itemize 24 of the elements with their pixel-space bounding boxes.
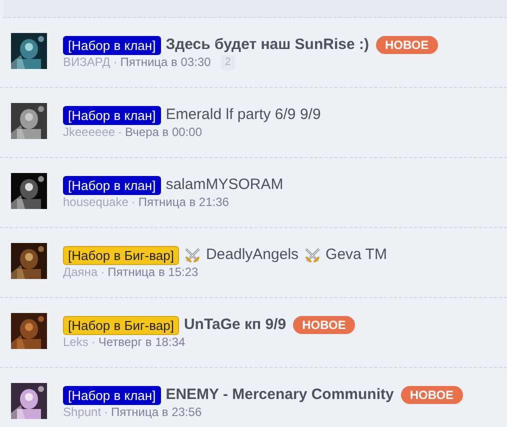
- topic-title[interactable]: DeadlyAngels: [206, 245, 299, 265]
- prefix-label[interactable]: [Набор в Биг-вар]: [63, 246, 179, 264]
- meta-separator: ·: [112, 55, 118, 70]
- prefix-label[interactable]: [Набор в Биг-вар]: [63, 316, 179, 334]
- meta-separator: ·: [100, 265, 106, 280]
- prefix-label[interactable]: [Набор в клан]: [63, 106, 161, 124]
- prefix-label[interactable]: [Набор в клан]: [63, 386, 161, 404]
- meta-separator: ·: [130, 195, 136, 210]
- prefix-label[interactable]: [Набор в клан]: [63, 36, 161, 54]
- meta-separator: ·: [117, 125, 124, 140]
- topic-title[interactable]: ENEMY - Mercenary Community: [166, 385, 394, 405]
- prefix-label[interactable]: [Набор в клан]: [63, 176, 161, 194]
- meta-separator: ·: [103, 405, 110, 420]
- new-badge: НОВОЕ: [293, 316, 355, 334]
- topic-title[interactable]: Emerald lf party 6/9 9/9: [166, 105, 321, 125]
- new-badge: НОВОЕ: [376, 36, 438, 54]
- topic-title[interactable]: Geva TM: [326, 245, 387, 265]
- crossed-swords-icon: [184, 246, 201, 264]
- topic-title[interactable]: UnTaGe кп 9/9: [184, 315, 286, 335]
- topic-title[interactable]: Здесь будет наш SunRise :): [166, 35, 369, 55]
- meta-separator: ·: [90, 335, 96, 350]
- crossed-swords-icon: [304, 246, 321, 264]
- topic-title[interactable]: salamMYSORAM: [166, 175, 284, 195]
- new-badge: НОВОЕ: [400, 386, 463, 404]
